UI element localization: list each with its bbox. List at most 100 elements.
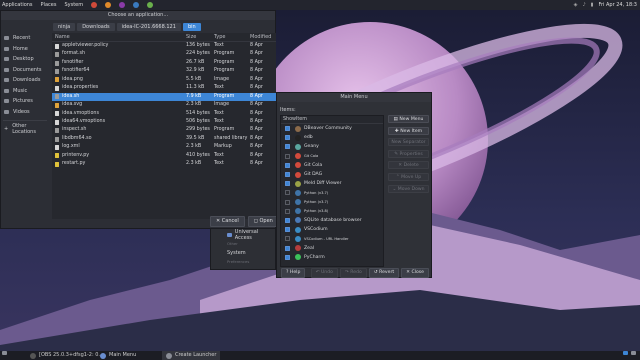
menu-item-row[interactable]: Git Cola [281,152,383,161]
workspace-switcher[interactable] [623,351,636,355]
settings-item[interactable]: System [211,248,275,257]
breadcrumb-item[interactable]: ninja [53,23,76,31]
show-checkbox[interactable] [285,217,290,223]
applications-menu[interactable]: Applications [2,0,33,10]
clock[interactable]: Fri Apr 24, 18:3 [598,0,637,10]
column-header-show[interactable]: Show [281,116,296,123]
file-row[interactable]: idea.vmoptions 514 bytes Text 8 Apr [52,110,276,118]
menu-item-row[interactable]: edb [281,133,383,142]
show-checkbox[interactable] [285,181,290,187]
menu-item-row[interactable]: Git DAG [281,170,383,179]
breadcrumb-item[interactable]: Downloads [77,23,115,31]
column-header-item[interactable]: Item [296,116,307,123]
undo-button[interactable]: ↶ Undo [310,268,338,278]
open-button[interactable]: ◻ Open [247,216,279,227]
show-checkbox[interactable] [285,190,290,196]
file-row[interactable]: restart.py 2.3 kB Text 8 Apr [52,160,276,168]
breadcrumb-item-current[interactable]: bin [182,23,201,31]
taskbar-item-obs[interactable]: [OBS 25.0.3+dfsg1-2: 0... [30,351,103,360]
cancel-button[interactable]: ✕ Cancel [210,216,245,227]
file-row[interactable]: idea64.vmoptions 506 bytes Text 8 Apr [52,118,276,126]
help-button[interactable]: ? Help [281,268,306,278]
show-desktop-button[interactable] [2,351,7,355]
app-launcher-icon[interactable] [119,2,126,8]
menu-item-row[interactable]: Meld Diff Viewer [281,179,383,188]
file-row[interactable]: format.sh 224 bytes Program 8 Apr [52,50,276,58]
breadcrumb-item[interactable]: idea-IC-201.6668.121 [116,23,181,31]
sidebar-item-videos[interactable]: Videos [1,107,49,118]
file-modified: 8 Apr [250,127,263,133]
sidebar-item-other-locations[interactable]: + Other Locations [1,123,49,135]
action-button-move-up[interactable]: ⌃ Move Up [388,172,429,181]
places-menu[interactable]: Places [41,0,57,10]
sidebar-item-pictures[interactable]: Pictures [1,96,49,107]
action-button-new-menu[interactable]: ▤ New Menu [388,115,429,123]
file-row[interactable]: idea.svg 2.3 kB Image 8 Apr [52,101,276,109]
show-checkbox[interactable] [285,135,290,141]
column-header-modified[interactable]: Modified [250,33,276,41]
menu-item-row[interactable]: Python (v3.8) [281,207,383,216]
firefox-launcher-icon[interactable] [105,2,112,8]
taskbar-item-main-menu[interactable]: Main Menu [100,351,136,360]
column-header-type[interactable]: Type [214,33,250,41]
menu-item-row[interactable]: VSCodium - URL Handler [281,234,383,243]
taskbar-item-create-launcher[interactable]: Create Launcher [162,351,221,360]
menu-item-row[interactable]: Python (v3.7) [281,198,383,207]
menu-item-row[interactable]: Python (v3.7) [281,188,383,197]
file-row[interactable]: inspect.sh 299 bytes Program 8 Apr [52,126,276,134]
file-row[interactable]: fsnotifier 26.7 kB Program 8 Apr [52,59,276,67]
show-checkbox[interactable] [285,162,290,168]
menu-item-row[interactable]: DBeaver Community [281,124,383,133]
show-checkbox[interactable] [285,126,290,132]
sidebar-item-home[interactable]: Home [1,44,49,55]
network-icon[interactable]: ◈ [574,0,578,10]
action-button-new-item[interactable]: ✚ New Item [388,126,429,135]
menu-item-row[interactable]: Git Cola [281,161,383,170]
browser-launcher-icon[interactable] [91,2,98,8]
menu-item-row[interactable]: PyCharm [281,253,383,262]
action-button-move-down[interactable]: ⌄ Move Down [388,184,429,193]
top-panel: Applications Places System ◈ ♪ ▮ Fri Apr… [0,0,640,10]
file-row[interactable]: fsnotifier64 32.9 kB Program 8 Apr [52,67,276,75]
show-checkbox[interactable] [285,236,290,242]
show-checkbox[interactable] [285,254,290,260]
settings-item[interactable]: Preferences [211,257,275,266]
column-header-name[interactable]: Name [52,33,186,41]
system-menu[interactable]: System [64,0,83,10]
settings-item[interactable]: Universal Access [211,229,275,241]
show-checkbox[interactable] [285,199,290,205]
volume-icon[interactable]: ♪ [582,0,585,10]
column-header-size[interactable]: Size [186,33,214,41]
show-checkbox[interactable] [285,172,290,178]
show-checkbox[interactable] [285,245,290,251]
file-row[interactable]: idea.properties 11.3 kB Text 8 Apr [52,84,276,92]
show-checkbox[interactable] [285,153,290,159]
redo-button[interactable]: ↷ Redo [339,268,367,278]
file-row[interactable]: printenv.py 410 bytes Text 8 Apr [52,152,276,160]
menu-item-row[interactable]: SQLite database browser [281,216,383,225]
terminal-launcher-icon[interactable] [133,2,140,8]
file-row[interactable]: idea.sh 7.9 kB Program 8 Apr [52,92,276,102]
editor-launcher-icon[interactable] [147,2,154,8]
revert-button[interactable]: ↺ Revert [368,268,400,278]
file-row[interactable]: libdbm64.so 39.5 kB shared library 8 Apr [52,135,276,143]
close-button[interactable]: ✕ Close [401,268,429,278]
file-row[interactable]: idea.png 5.5 kB Image 8 Apr [52,76,276,84]
sidebar-item-downloads[interactable]: Downloads [1,75,49,86]
battery-icon[interactable]: ▮ [591,0,594,10]
action-button-new-separator[interactable]: New Separator [388,138,429,147]
action-button-delete[interactable]: ✕ Delete [388,161,429,170]
sidebar-item-recent[interactable]: Recent [1,33,49,44]
show-checkbox[interactable] [285,144,290,150]
file-row[interactable]: log.xml 2.3 kB Markup 8 Apr [52,143,276,151]
menu-item-row[interactable]: Geany [281,142,383,151]
show-checkbox[interactable] [285,227,290,233]
file-row[interactable]: appletviewer.policy 136 bytes Text 8 Apr [52,42,276,50]
sidebar-item-music[interactable]: Music [1,86,49,97]
sidebar-item-desktop[interactable]: Desktop [1,54,49,65]
sidebar-item-documents[interactable]: Documents [1,65,49,76]
action-button-properties[interactable]: ✎ Properties [388,149,429,158]
menu-item-row[interactable]: VSCodium [281,225,383,234]
show-checkbox[interactable] [285,208,290,214]
menu-item-row[interactable]: Zeal [281,243,383,252]
